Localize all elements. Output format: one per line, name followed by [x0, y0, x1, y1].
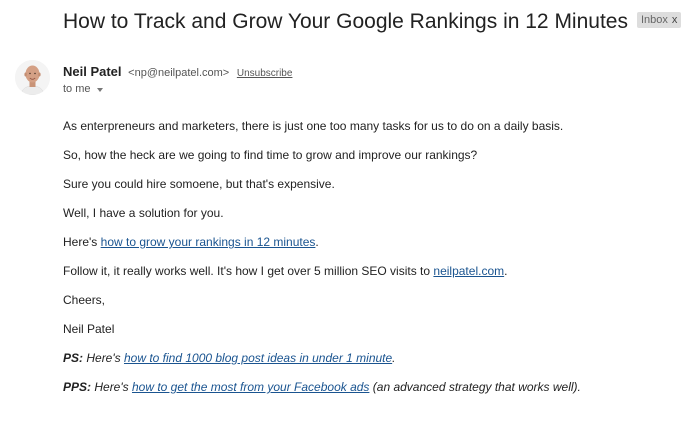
pps-paragraph: PPS: Here's how to get the most from you… [63, 380, 683, 409]
avatar-icon [15, 60, 50, 95]
pps-label: PPS: [63, 380, 92, 394]
body-paragraph: As enterpreneurs and marketers, there is… [63, 119, 564, 133]
inbox-label-chip[interactable]: Inbox x [636, 12, 682, 28]
body-text: Here's [83, 351, 124, 365]
sender-line: Neil Patel <np@neilpatel.com> Unsubscrib… [63, 64, 292, 79]
body-text: . [392, 351, 396, 365]
sender-avatar[interactable] [15, 60, 50, 95]
sender-email: <np@neilpatel.com> [128, 67, 230, 79]
body-text: Here's [63, 235, 101, 249]
recipient-text: to me [63, 83, 91, 95]
blog-ideas-link[interactable]: how to find 1000 blog post ideas in unde… [124, 351, 392, 365]
remove-label-icon[interactable]: x [672, 14, 678, 26]
body-paragraph: Sure you could hire somoene, but that's … [63, 177, 335, 191]
grow-rankings-link[interactable]: how to grow your rankings in 12 minutes [101, 235, 316, 249]
chevron-down-icon[interactable] [96, 88, 103, 92]
email-body: As enterpreneurs and marketers, there is… [63, 119, 683, 409]
body-text: Here's [91, 380, 132, 394]
neilpatel-link[interactable]: neilpatel.com [433, 264, 504, 278]
sign-off: Cheers, [63, 293, 106, 307]
recipient-details-toggle[interactable]: to me [63, 83, 103, 95]
facebook-ads-link[interactable]: how to get the most from your Facebook a… [132, 380, 369, 394]
unsubscribe-link[interactable]: Unsubscribe [237, 68, 293, 79]
body-paragraph: So, how the heck are we going to find ti… [63, 148, 478, 162]
body-text: Follow it, it really works well. It's ho… [63, 264, 434, 278]
sender-name[interactable]: Neil Patel [63, 64, 122, 79]
email-subject: How to Track and Grow Your Google Rankin… [63, 10, 628, 33]
body-text: . [315, 235, 319, 249]
signature-name: Neil Patel [63, 322, 115, 336]
inbox-label-text: Inbox [640, 14, 668, 26]
body-paragraph: Follow it, it really works well. It's ho… [63, 264, 683, 293]
body-paragraph: Here's how to grow your rankings in 12 m… [63, 235, 683, 264]
ps-paragraph: PS: Here's how to find 1000 blog post id… [63, 351, 683, 380]
ps-label: PS: [63, 351, 84, 365]
body-text: (an advanced strategy that works well). [369, 380, 581, 394]
subject-row: How to Track and Grow Your Google Rankin… [63, 10, 682, 34]
body-text: . [504, 264, 508, 278]
body-paragraph: Well, I have a solution for you. [63, 206, 224, 220]
